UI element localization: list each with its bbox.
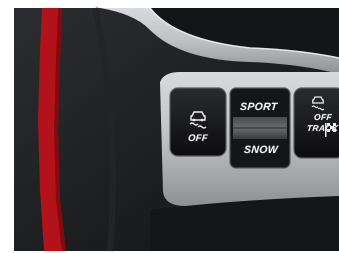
snow-label: SNOW	[243, 144, 279, 156]
sport-label: SPORT	[239, 101, 278, 113]
track-off-label: OFF	[313, 112, 333, 122]
console-photo: OFF SPORT SNOW OFF TRACK	[0, 0, 339, 253]
vsc-off-label: OFF	[187, 133, 209, 144]
skid-car-icon	[311, 96, 325, 111]
checkered-flag-icon	[325, 123, 336, 137]
skid-car-icon	[189, 111, 207, 129]
console-scene	[0, 0, 339, 253]
